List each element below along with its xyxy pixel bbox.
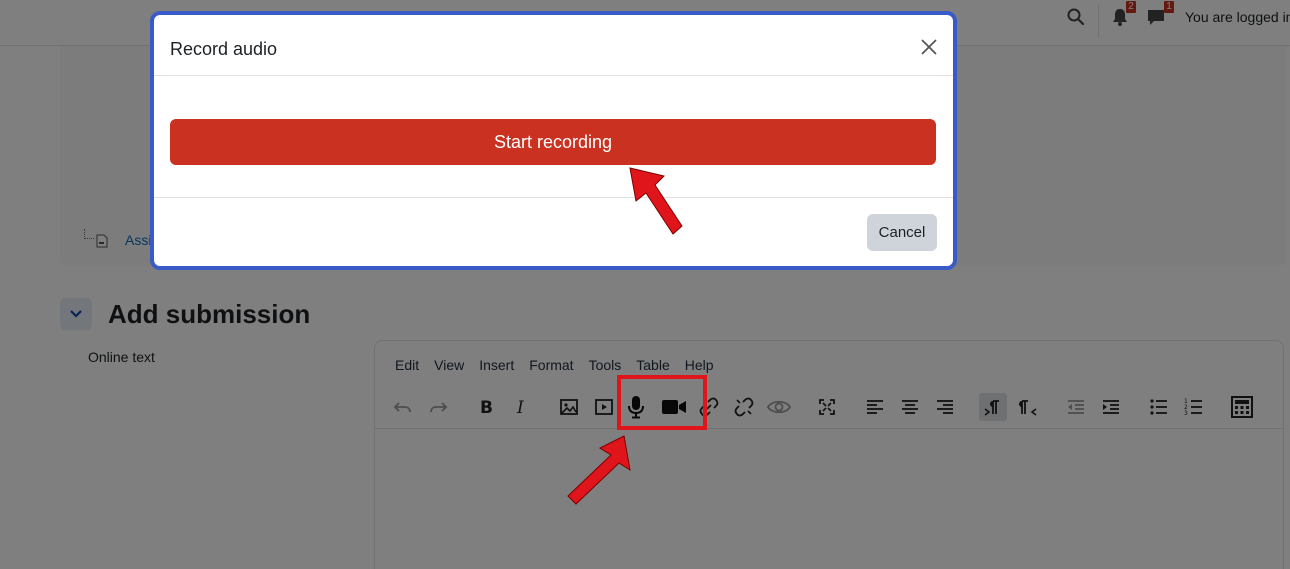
cancel-button[interactable]: Cancel: [867, 214, 937, 251]
start-recording-button[interactable]: Start recording: [170, 119, 936, 165]
modal-header: Record audio: [154, 15, 953, 76]
annotation-arrow-start-overlay: [629, 167, 683, 235]
annotation-arrow-toolbar: [567, 435, 631, 505]
record-audio-modal: Record audio Start recording Cancel: [150, 11, 957, 270]
modal-footer: Cancel: [154, 197, 953, 266]
annotation-highlight-box: [617, 375, 707, 430]
modal-body: Start recording: [154, 76, 953, 197]
modal-title: Record audio: [170, 39, 278, 59]
close-icon[interactable]: [919, 37, 939, 57]
